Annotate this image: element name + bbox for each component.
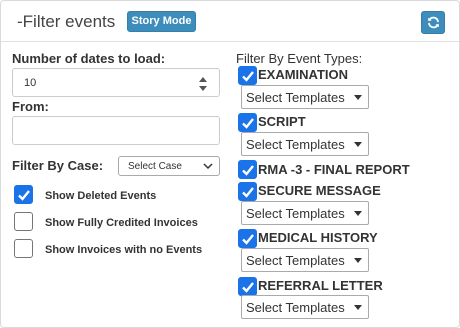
event-types-header: Filter By Event Types: — [236, 51, 363, 66]
dates-to-load-input[interactable]: 10 — [12, 68, 220, 97]
caret-down-icon — [354, 142, 362, 147]
medical-history-templates-select[interactable]: Select Templates — [241, 248, 369, 272]
template-select-value: Select Templates — [246, 137, 345, 152]
event-type-referral-letter-checkbox[interactable] — [238, 277, 257, 296]
event-type-script-label: SCRIPT — [258, 114, 306, 129]
secure-message-templates-select[interactable]: Select Templates — [241, 201, 369, 225]
referral-letter-templates-select[interactable]: Select Templates — [241, 295, 369, 319]
from-date-input[interactable] — [12, 116, 220, 145]
show-fully-credited-invoices-checkbox[interactable] — [14, 212, 33, 231]
event-type-referral-letter-label: REFERRAL LETTER — [258, 278, 383, 293]
filter-events-panel: -Filter events Story Mode Number of date… — [0, 0, 460, 328]
panel-title: -Filter events — [17, 12, 116, 31]
event-type-rma-final-report-label: RMA -3 - FINAL REPORT — [258, 162, 410, 177]
checkmark-icon — [242, 234, 254, 245]
show-invoices-no-events-checkbox[interactable] — [14, 239, 33, 258]
event-type-rma-final-report-checkbox[interactable] — [238, 160, 257, 179]
checkmark-icon — [242, 187, 254, 198]
checkmark-icon — [242, 165, 254, 176]
case-select-value: Select Case — [128, 161, 182, 172]
event-type-examination-label: EXAMINATION — [258, 67, 349, 82]
show-invoices-no-events-label: Show Invoices with no Events — [45, 244, 203, 256]
event-type-script-checkbox[interactable] — [238, 113, 257, 132]
panel-header: -Filter events Story Mode — [1, 1, 459, 42]
dates-label: Number of dates to load: — [12, 51, 166, 66]
event-type-examination-checkbox[interactable] — [238, 66, 257, 85]
event-type-secure-message-label: SECURE MESSAGE — [258, 183, 381, 198]
template-select-value: Select Templates — [246, 253, 345, 268]
caret-down-icon — [354, 258, 362, 263]
event-type-medical-history-checkbox[interactable] — [238, 229, 257, 248]
show-fully-credited-invoices-label: Show Fully Credited Invoices — [45, 217, 198, 229]
dates-to-load-value: 10 — [24, 77, 37, 89]
checkmark-icon — [242, 118, 254, 129]
caret-down-icon — [354, 95, 362, 100]
checkmark-icon — [242, 282, 254, 293]
caret-down-icon — [354, 211, 362, 216]
script-templates-select[interactable]: Select Templates — [241, 132, 369, 156]
template-select-value: Select Templates — [246, 206, 345, 221]
show-deleted-events-label: Show Deleted Events — [45, 190, 157, 202]
template-select-value: Select Templates — [246, 300, 345, 315]
checkmark-icon — [242, 71, 254, 82]
story-mode-button[interactable]: Story Mode — [127, 11, 196, 32]
event-type-medical-history-label: MEDICAL HISTORY — [258, 230, 378, 245]
case-select[interactable]: Select Case — [118, 156, 220, 176]
caret-down-icon — [354, 305, 362, 310]
case-label: Filter By Case: — [12, 158, 104, 173]
chevron-down-icon — [203, 163, 213, 170]
template-select-value: Select Templates — [246, 90, 345, 105]
refresh-button[interactable] — [421, 11, 445, 34]
show-deleted-events-checkbox[interactable] — [14, 185, 33, 204]
examination-templates-select[interactable]: Select Templates — [241, 85, 369, 109]
checkmark-icon — [18, 190, 30, 201]
from-label: From: — [12, 99, 49, 114]
refresh-icon — [427, 16, 440, 29]
number-spinner-icon[interactable] — [199, 77, 207, 91]
event-type-secure-message-checkbox[interactable] — [238, 182, 257, 201]
